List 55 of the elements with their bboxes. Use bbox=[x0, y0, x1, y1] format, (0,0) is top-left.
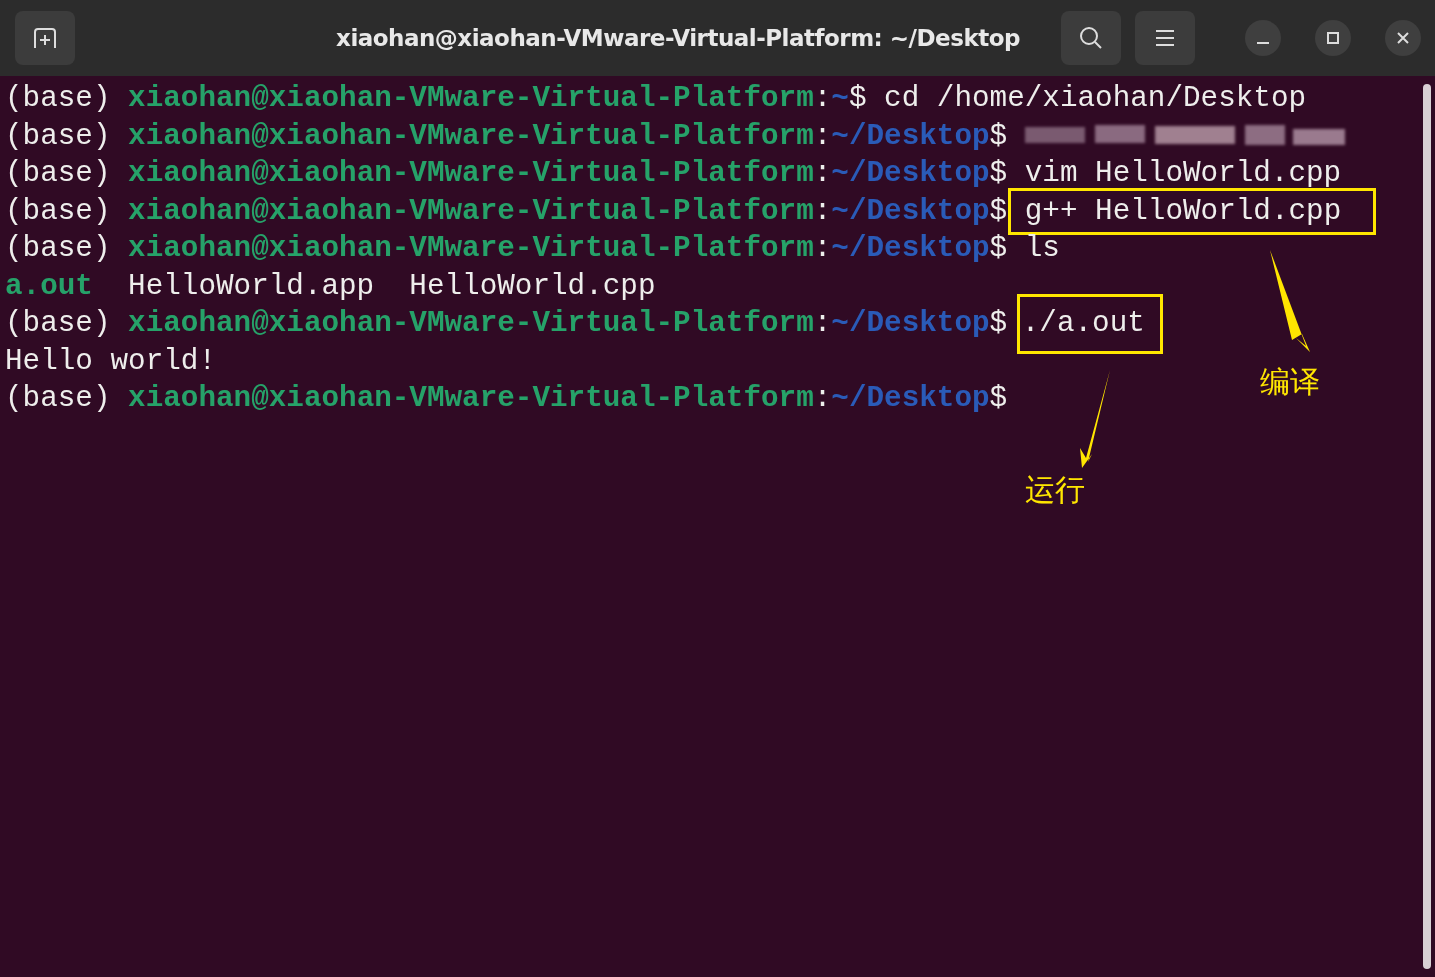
terminal-text: : bbox=[813, 231, 832, 267]
prompt-host: xiaohan@xiaohan-VMware-Virtual-Platform bbox=[128, 306, 814, 342]
menu-icon bbox=[1154, 29, 1176, 47]
prompt-host: xiaohan@xiaohan-VMware-Virtual-Platform bbox=[128, 81, 814, 117]
maximize-icon bbox=[1326, 31, 1340, 45]
terminal-text: : bbox=[813, 306, 832, 342]
annotation-label: 运行 bbox=[1025, 471, 1085, 509]
prompt-path: ~ bbox=[831, 81, 849, 117]
prompt-env: (base) bbox=[5, 118, 112, 155]
close-button[interactable] bbox=[1385, 20, 1421, 56]
terminal-text: : bbox=[813, 81, 832, 117]
prompt-path: ~/Desktop bbox=[831, 193, 990, 230]
terminal-text: $ cd /home/xiaohan/Desktop bbox=[848, 81, 1307, 117]
prompt-env: (base) bbox=[5, 156, 112, 192]
terminal-text: : bbox=[813, 381, 832, 417]
terminal-text: $ bbox=[989, 118, 1009, 155]
prompt-env: (base) bbox=[5, 381, 112, 417]
file-name: a.out bbox=[5, 268, 93, 305]
terminal-text: $ bbox=[989, 193, 1008, 230]
new-tab-icon bbox=[31, 26, 59, 50]
prompt-path: ~/Desktop bbox=[831, 306, 990, 342]
prompt-host: xiaohan@xiaohan-VMware-Virtual-Platform bbox=[128, 381, 814, 417]
terminal-text: : bbox=[813, 193, 832, 230]
terminal-text: $ ls bbox=[989, 231, 1060, 267]
prompt-host: xiaohan@xiaohan-VMware-Virtual-Platform bbox=[128, 156, 814, 192]
prompt-env: (base) bbox=[5, 231, 112, 267]
terminal-text: $ bbox=[989, 306, 1008, 342]
scrollbar[interactable] bbox=[1423, 84, 1431, 969]
maximize-button[interactable] bbox=[1315, 20, 1351, 56]
terminal-text: $ bbox=[989, 381, 1008, 417]
prompt-path: ~/Desktop bbox=[831, 231, 990, 267]
annotation-label: 编译 bbox=[1260, 363, 1320, 401]
prompt-host: xiaohan@xiaohan-VMware-Virtual-Platform bbox=[128, 231, 814, 267]
prompt-path: ~/Desktop bbox=[831, 156, 990, 192]
terminal-text: : bbox=[813, 118, 832, 155]
terminal-text: : bbox=[813, 156, 832, 192]
minimize-icon bbox=[1256, 42, 1270, 44]
terminal-text: HelloWorld.app HelloWorld.cpp bbox=[127, 268, 656, 305]
prompt-env: (base) bbox=[5, 81, 112, 117]
prompt-path: ~/Desktop bbox=[831, 118, 990, 155]
search-icon bbox=[1078, 25, 1104, 51]
window-title: xiaohan@xiaohan-VMware-Virtual-Platform: ~/Desktop bbox=[335, 25, 1021, 51]
new-tab-button[interactable] bbox=[15, 11, 75, 65]
terminal-text: $ vim HelloWorld.cpp bbox=[989, 156, 1342, 192]
prompt-env: (base) bbox=[5, 193, 112, 230]
prompt-host: xiaohan@xiaohan-VMware-Virtual-Platform bbox=[128, 193, 814, 230]
search-button[interactable] bbox=[1061, 11, 1121, 65]
terminal-text: Hello world! bbox=[5, 343, 216, 380]
prompt-path: ~/Desktop bbox=[831, 381, 990, 417]
close-icon bbox=[1396, 31, 1410, 45]
terminal-text: g++ HelloWorld.cpp bbox=[1024, 194, 1342, 228]
terminal-text: ./a.out bbox=[1021, 307, 1145, 340]
menu-button[interactable] bbox=[1135, 11, 1195, 65]
prompt-env: (base) bbox=[5, 306, 112, 342]
prompt-host: xiaohan@xiaohan-VMware-Virtual-Platform bbox=[128, 118, 814, 155]
